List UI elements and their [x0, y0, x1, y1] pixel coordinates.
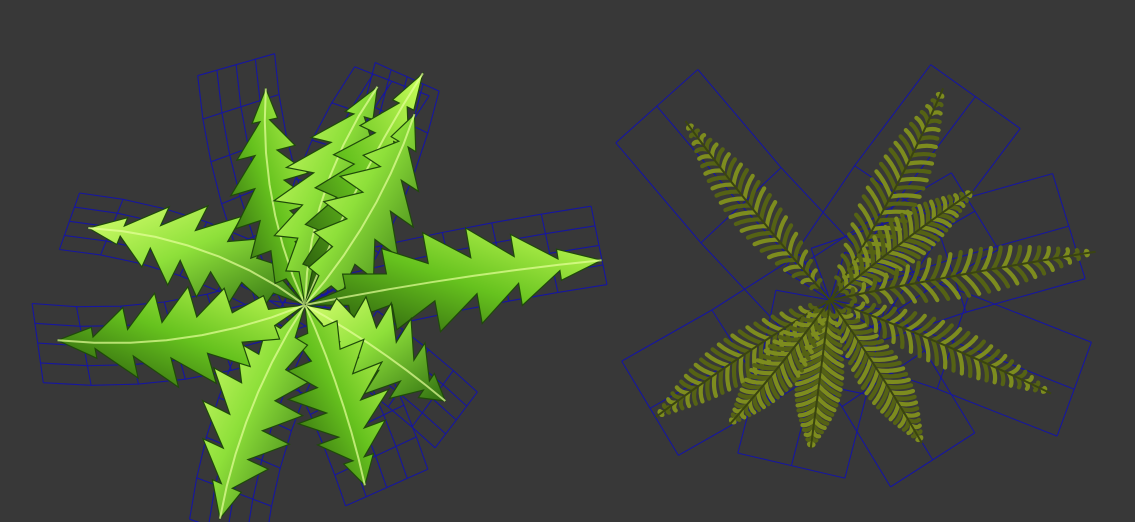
right-plant-fronds [655, 87, 1096, 449]
right-plant[interactable] [615, 64, 1096, 488]
left-plant-leaves [55, 71, 604, 521]
left-plant[interactable] [31, 53, 608, 522]
3d-viewport[interactable] [0, 0, 1135, 522]
fern-frond [684, 120, 831, 301]
viewport-canvas[interactable] [0, 0, 1135, 522]
